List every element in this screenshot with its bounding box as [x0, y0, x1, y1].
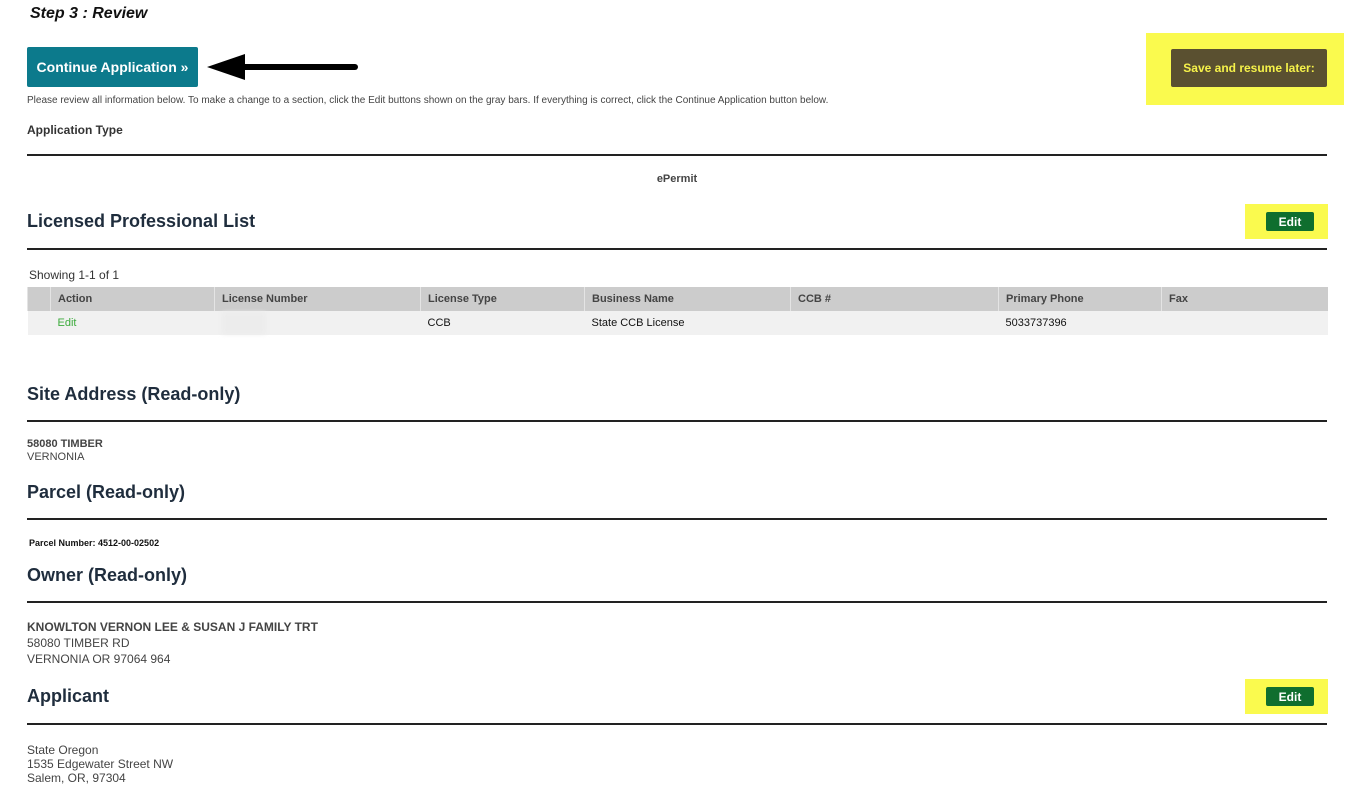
table-row: Edit CCB State CCB License 5033737396	[27, 311, 1328, 335]
fax-cell	[1161, 311, 1328, 335]
ccb-cell	[790, 311, 999, 335]
arrow-left-icon	[207, 54, 358, 80]
primary-phone-cell: 5033737396	[998, 311, 1162, 335]
row-edit-link[interactable]: Edit	[50, 311, 215, 335]
divider	[27, 154, 1327, 156]
redacted-license-number	[221, 312, 266, 334]
site-address-line2: VERNONIA	[27, 451, 85, 463]
divider	[27, 420, 1327, 422]
license-number-cell	[214, 311, 421, 335]
application-type-label: Application Type	[27, 123, 123, 137]
column-header-license-number[interactable]: License Number	[214, 287, 421, 311]
divider	[27, 723, 1327, 725]
table-header-row: Action License Number License Type Busin…	[27, 287, 1328, 311]
column-header-fax[interactable]: Fax	[1161, 287, 1328, 311]
review-instructions: Please review all information below. To …	[27, 95, 829, 106]
column-header-ccb[interactable]: CCB #	[790, 287, 999, 311]
applicant-edit-button[interactable]: Edit	[1266, 687, 1314, 706]
site-address-title: Site Address (Read-only)	[27, 384, 241, 404]
row-select-cell	[27, 311, 51, 335]
column-header-primary-phone[interactable]: Primary Phone	[998, 287, 1162, 311]
applicant-line1: State Oregon	[27, 743, 99, 757]
parcel-number: Parcel Number: 4512-00-02502	[29, 538, 160, 548]
divider	[27, 518, 1327, 520]
owner-address-line1: 58080 TIMBER RD	[27, 636, 130, 650]
owner-title: Owner (Read-only)	[27, 565, 188, 585]
column-header-license-type[interactable]: License Type	[420, 287, 585, 311]
applicant-title: Applicant	[27, 686, 110, 706]
licensed-professional-table: Action License Number License Type Busin…	[27, 287, 1328, 335]
divider	[27, 601, 1327, 603]
showing-count: Showing 1-1 of 1	[29, 268, 120, 282]
applicant-line3: Salem, OR, 97304	[27, 771, 126, 785]
continue-application-button[interactable]: Continue Application »	[27, 47, 198, 87]
column-header-action[interactable]: Action	[50, 287, 215, 311]
column-header-business-name[interactable]: Business Name	[584, 287, 791, 311]
applicant-line2: 1535 Edgewater Street NW	[27, 757, 174, 771]
licensed-professional-edit-button[interactable]: Edit	[1266, 212, 1314, 231]
license-type-cell: CCB	[420, 311, 585, 335]
licensed-professional-title: Licensed Professional List	[27, 211, 256, 231]
owner-address-line2: VERNONIA OR 97064 964	[27, 652, 171, 666]
owner-name: KNOWLTON VERNON LEE & SUSAN J FAMILY TRT	[27, 620, 318, 634]
business-name-cell: State CCB License	[584, 311, 791, 335]
divider	[27, 248, 1327, 250]
application-type-value: ePermit	[656, 173, 698, 185]
step-title: Step 3 : Review	[30, 5, 148, 22]
column-header-select	[27, 287, 51, 311]
site-address-line1: 58080 TIMBER	[27, 438, 103, 450]
parcel-title: Parcel (Read-only)	[27, 482, 186, 502]
save-and-resume-button[interactable]: Save and resume later:	[1171, 49, 1327, 87]
